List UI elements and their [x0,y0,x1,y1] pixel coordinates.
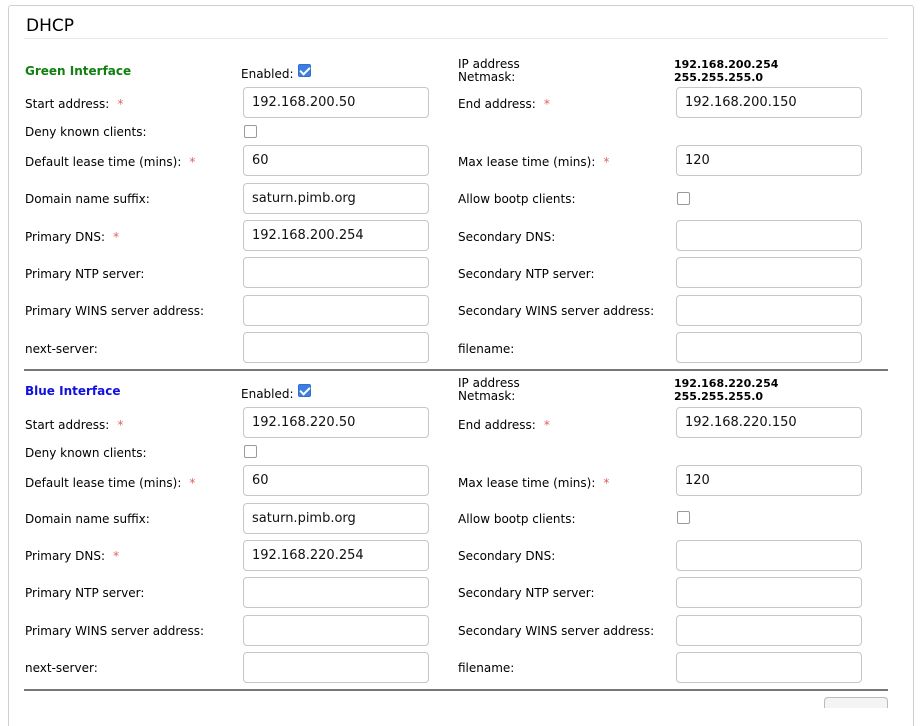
green-end-input[interactable] [676,87,862,118]
blue-primary-ntp-label: Primary NTP server: [25,586,145,600]
green-secondary-ntp-input[interactable] [676,257,862,288]
green-secondary-dns-input[interactable] [676,220,862,251]
blue-interface-section: Blue Interface Enabled: IP address Netma… [0,372,920,694]
blue-bootp-checkbox[interactable] [677,511,690,524]
blue-primary-ntp-input[interactable] [243,577,429,608]
green-netmask-value: 255.255.255.0 [674,71,764,84]
green-start-input[interactable] [243,87,429,118]
blue-secondary-ntp-input[interactable] [676,577,862,608]
blue-deny-checkbox[interactable] [244,445,257,458]
green-enabled-label: Enabled: [241,67,294,81]
green-domain-input[interactable] [243,183,429,214]
green-start-label: Start address: * [25,97,124,111]
green-next-server-label: next-server: [25,342,98,356]
green-end-label: End address: * [458,97,550,111]
required-mark: * [189,155,196,169]
blue-end-input[interactable] [676,407,862,438]
section-divider-bottom [24,689,888,691]
green-ip-value: 192.168.200.254 [674,58,779,71]
green-deny-checkbox[interactable] [244,125,257,138]
green-interface-section: Green Interface Enabled: IP address Netm… [0,52,920,374]
green-netmask-label: Netmask: [458,70,516,84]
section-divider [24,369,888,371]
blue-default-lease-input[interactable] [243,465,429,496]
blue-filename-input[interactable] [676,652,862,683]
blue-filename-label: filename: [458,661,515,675]
green-primary-ntp-input[interactable] [243,257,429,288]
blue-netmask-value: 255.255.255.0 [674,390,764,403]
blue-max-lease-label: Max lease time (mins): * [458,476,610,490]
blue-start-input[interactable] [243,407,429,438]
blue-max-lease-input[interactable] [676,465,862,496]
blue-secondary-ntp-label: Secondary NTP server: [458,586,595,600]
blue-secondary-wins-label: Secondary WINS server address: [458,624,655,638]
required-mark: * [113,549,120,563]
required-mark: * [603,476,610,490]
green-max-lease-input[interactable] [676,145,862,176]
green-secondary-dns-label: Secondary DNS: [458,230,556,244]
blue-next-server-label: next-server: [25,661,98,675]
blue-start-label: Start address: * [25,418,124,432]
blue-bootp-label: Allow bootp clients: [458,512,576,526]
blue-primary-dns-input[interactable] [243,540,429,571]
blue-domain-label: Domain name suffix: [25,512,150,526]
blue-secondary-dns-input[interactable] [676,540,862,571]
green-domain-label: Domain name suffix: [25,192,150,206]
blue-primary-wins-input[interactable] [243,615,429,646]
blue-primary-dns-label: Primary DNS: * [25,549,120,563]
required-mark: * [113,230,120,244]
blue-ip-value: 192.168.220.254 [674,377,779,390]
green-interface-title: Green Interface [25,64,132,78]
required-mark: * [543,418,550,432]
required-mark: * [603,155,610,169]
page-title: DHCP [26,16,74,36]
blue-next-server-input[interactable] [243,652,429,683]
green-filename-input[interactable] [676,332,862,363]
blue-default-lease-label: Default lease time (mins): * [25,476,196,490]
green-bootp-checkbox[interactable] [677,192,690,205]
green-secondary-wins-input[interactable] [676,295,862,326]
required-mark: * [543,97,550,111]
blue-secondary-dns-label: Secondary DNS: [458,549,556,563]
blue-domain-input[interactable] [243,503,429,534]
green-secondary-wins-label: Secondary WINS server address: [458,304,655,318]
green-bootp-label: Allow bootp clients: [458,192,576,206]
green-primary-dns-input[interactable] [243,220,429,251]
green-next-server-input[interactable] [243,332,429,363]
required-mark: * [117,97,124,111]
green-default-lease-input[interactable] [243,145,429,176]
blue-interface-title: Blue Interface [25,384,121,398]
blue-enabled-checkbox[interactable] [298,384,311,397]
blue-enabled-label: Enabled: [241,387,294,401]
green-deny-label: Deny known clients: [25,125,147,139]
green-filename-label: filename: [458,342,515,356]
required-mark: * [189,476,196,490]
green-primary-dns-label: Primary DNS: * [25,230,120,244]
blue-netmask-label: Netmask: [458,389,516,403]
green-secondary-ntp-label: Secondary NTP server: [458,267,595,281]
green-default-lease-label: Default lease time (mins): * [25,155,196,169]
blue-end-label: End address: * [458,418,550,432]
green-primary-wins-input[interactable] [243,295,429,326]
required-mark: * [117,418,124,432]
title-divider [24,38,888,39]
green-primary-wins-label: Primary WINS server address: [25,304,204,318]
blue-secondary-wins-input[interactable] [676,615,862,646]
green-enabled-checkbox[interactable] [298,64,311,77]
green-primary-ntp-label: Primary NTP server: [25,267,145,281]
save-button-partial[interactable] [824,697,888,708]
green-max-lease-label: Max lease time (mins): * [458,155,610,169]
blue-primary-wins-label: Primary WINS server address: [25,624,204,638]
blue-deny-label: Deny known clients: [25,446,147,460]
